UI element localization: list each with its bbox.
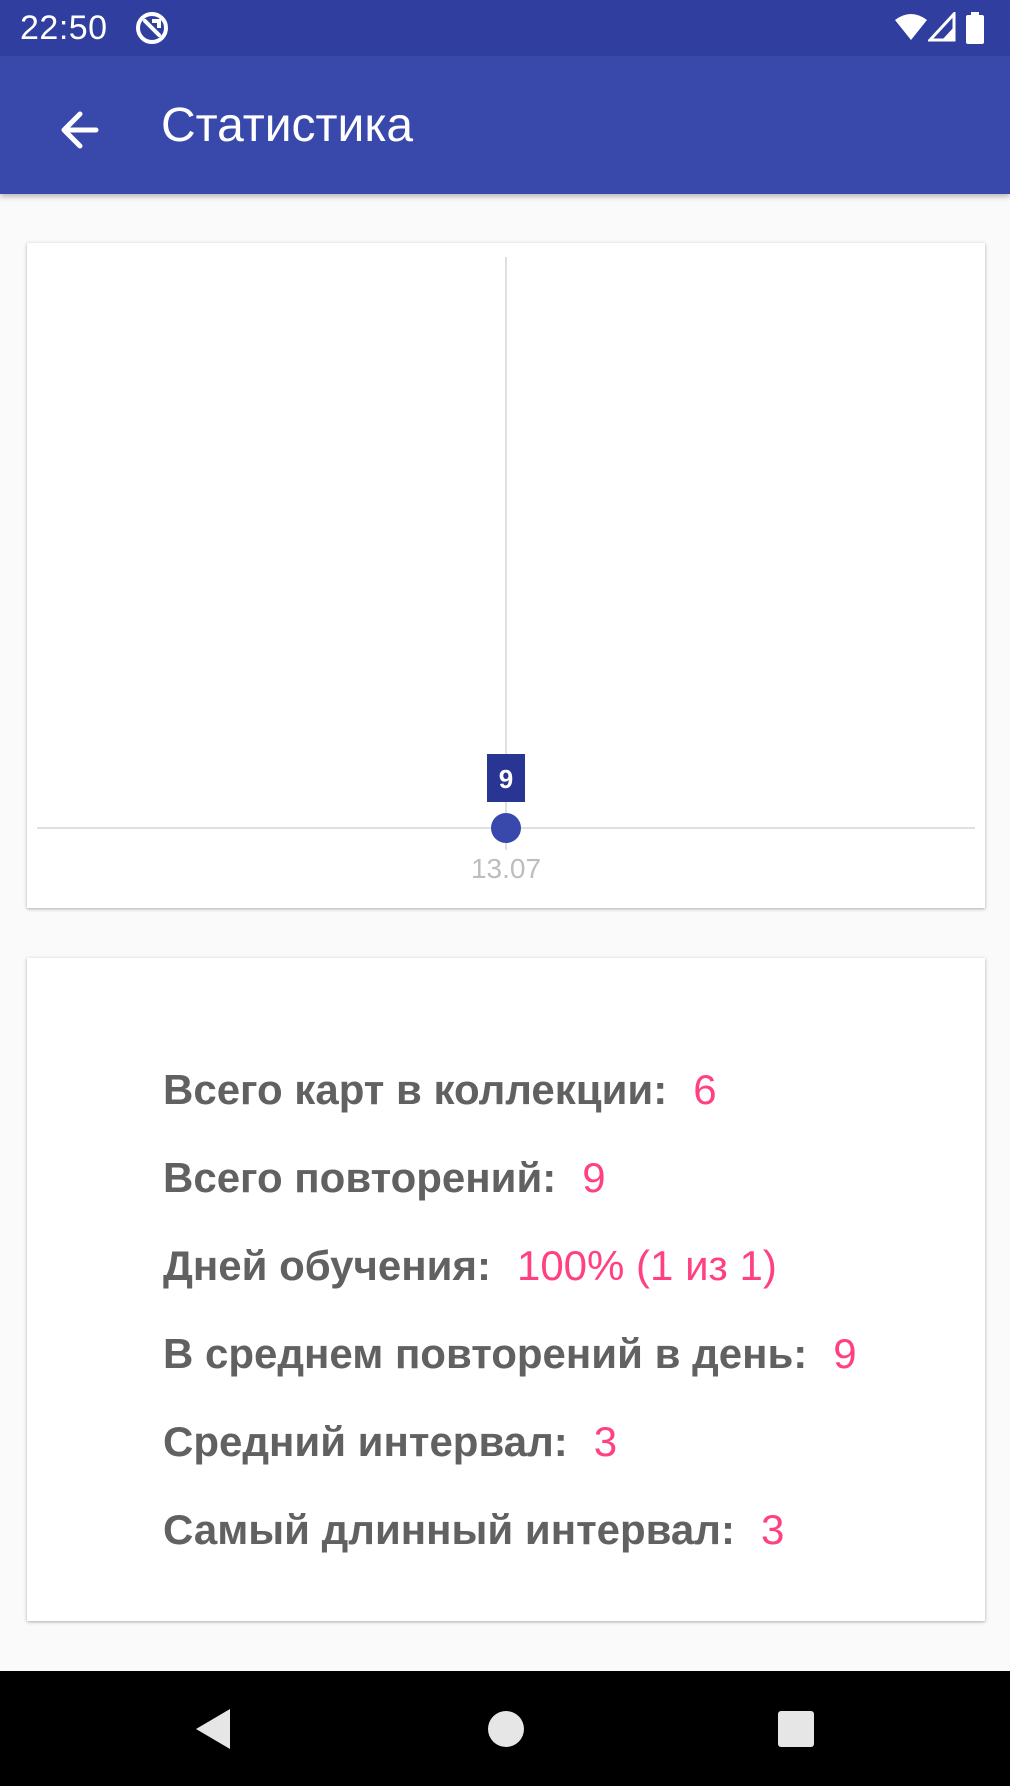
data-label: 9 <box>499 764 513 794</box>
line-chart: 913.07 <box>37 257 975 884</box>
stat-label: Средний интервал: <box>163 1418 568 1465</box>
stat-label: Всего повторений: <box>163 1154 557 1201</box>
stat-row-total-reviews: Всего повторений: 9 <box>163 1134 965 1222</box>
back-button[interactable] <box>50 98 114 162</box>
stat-value: 3 <box>760 1506 785 1553</box>
stat-row-avg-interval: Средний интервал: 3 <box>163 1398 965 1486</box>
status-time: 22:50 <box>20 9 108 47</box>
home-circle-icon[interactable] <box>476 1699 536 1759</box>
stat-row-study-days: Дней обучения: 100% (1 из 1) <box>163 1222 965 1310</box>
stat-label: Самый длинный интервал: <box>163 1506 735 1553</box>
stat-value: 9 <box>833 1330 857 1377</box>
stat-label: Дней обучения: <box>163 1242 491 1289</box>
stat-row-avg-per-day: В среднем повторений в день: 9 <box>163 1310 965 1398</box>
stat-value: 6 <box>693 1066 717 1113</box>
stat-value: 9 <box>582 1154 606 1201</box>
app-notification-icon <box>136 12 168 44</box>
stat-value: 100% (1 из 1) <box>516 1242 777 1289</box>
stats-list: Всего карт в коллекции: 6 Всего повторен… <box>163 1046 965 1574</box>
app-bar: Статистика <box>0 56 1010 194</box>
signal-icon <box>928 12 956 42</box>
stat-label: В среднем повторений в день: <box>163 1330 808 1377</box>
status-bar: 22:50 <box>0 0 1010 56</box>
navigation-bar <box>0 1671 1010 1786</box>
screen: 22:50 Статистика 9 13.07 Всего карт в ко… <box>0 0 1010 1786</box>
recents-square-icon[interactable] <box>766 1699 826 1759</box>
battery-icon <box>966 12 984 44</box>
data-point[interactable] <box>491 813 521 843</box>
wifi-icon <box>895 14 927 40</box>
stats-card: Всего карт в коллекции: 6 Всего повторен… <box>27 958 985 1621</box>
chart-card: 9 13.07 <box>27 243 985 908</box>
stat-label: Всего карт в коллекции: <box>163 1066 668 1113</box>
stat-row-total-cards: Всего карт в коллекции: 6 <box>163 1046 965 1134</box>
arrow-back-icon <box>61 111 99 149</box>
page-title: Статистика <box>161 99 414 152</box>
x-tick-label: 13.07 <box>471 853 541 884</box>
back-triangle-icon[interactable] <box>182 1699 242 1759</box>
stat-row-longest-interval: Самый длинный интервал: 3 <box>163 1486 965 1574</box>
stat-value: 3 <box>593 1418 618 1465</box>
